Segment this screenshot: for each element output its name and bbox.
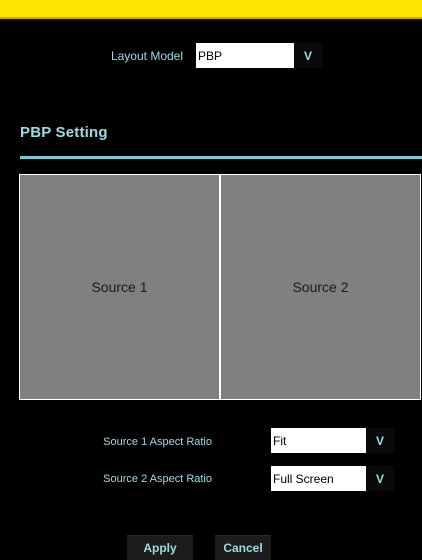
layout-model-row: Layout Model PBP V <box>0 43 422 69</box>
source-1-pane[interactable]: Source 1 <box>20 175 219 399</box>
source-1-label: Source 1 <box>91 279 148 295</box>
chevron-down-icon: V <box>375 433 384 448</box>
section-divider <box>20 156 422 159</box>
layout-model-dropdown-button[interactable]: V <box>294 43 322 68</box>
chevron-down-icon: V <box>303 48 312 63</box>
cancel-button[interactable]: Cancel <box>215 535 271 560</box>
top-status-bar <box>0 0 422 19</box>
source-1-aspect-dropdown-button[interactable]: V <box>366 428 394 453</box>
source-2-pane[interactable]: Source 2 <box>221 175 420 399</box>
source-1-aspect-select[interactable]: Fit <box>271 428 366 453</box>
apply-button[interactable]: Apply <box>127 535 193 560</box>
source-2-label: Source 2 <box>292 279 349 295</box>
source-2-aspect-label: Source 2 Aspect Ratio <box>103 473 212 485</box>
section-title: PBP Setting <box>20 124 108 141</box>
source-2-aspect-dropdown-button[interactable]: V <box>366 466 394 491</box>
chevron-down-icon: V <box>375 471 384 486</box>
source-2-aspect-select[interactable]: Full Screen <box>271 466 366 491</box>
source-1-aspect-label: Source 1 Aspect Ratio <box>103 436 212 448</box>
layout-model-select[interactable]: PBP <box>196 43 294 68</box>
layout-model-label: Layout Model <box>110 49 183 63</box>
pbp-preview: Source 1 Source 2 <box>19 174 421 400</box>
